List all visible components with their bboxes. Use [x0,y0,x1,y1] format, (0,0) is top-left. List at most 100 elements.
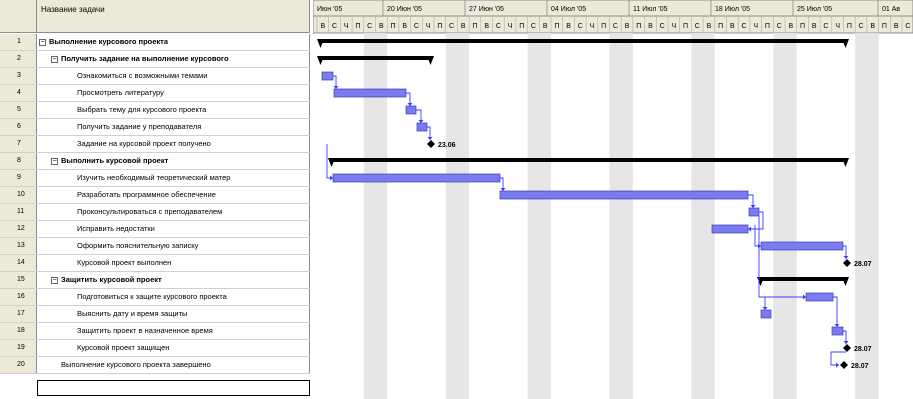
row-number[interactable]: 13 [0,238,37,254]
task-row[interactable]: 15− Защитить курсовой проект [0,272,310,289]
collapse-toggle-icon[interactable]: − [51,55,58,63]
collapse-toggle-icon[interactable]: − [39,38,46,46]
task-row[interactable]: 7 Задание на курсовой проект получено [0,136,310,153]
row-number[interactable]: 14 [0,255,37,271]
weekend-column [691,33,704,399]
summary-bar[interactable] [320,56,431,60]
collapse-toggle-icon[interactable]: − [51,157,58,165]
row-number[interactable]: 6 [0,119,37,135]
row-number[interactable]: 11 [0,204,37,220]
row-number[interactable]: 16 [0,289,37,305]
task-name-cell[interactable]: Изучить необходимый теоретический матер [37,170,310,186]
task-row[interactable]: 1− Выполнение курсового проекта [0,34,310,51]
task-row[interactable]: 18 Защитить проект в назначенное время [0,323,310,340]
task-name-cell[interactable]: Выполнение курсового проекта завершено [37,357,310,373]
task-bar[interactable] [831,326,844,336]
dependency-arrow-icon [762,307,768,310]
milestone-diamond-icon[interactable] [427,140,435,148]
task-row[interactable]: 14 Курсовой проект выполнен [0,255,310,272]
task-row[interactable]: 6 Получить задание у преподавателя [0,119,310,136]
milestone-diamond-icon[interactable] [843,259,851,267]
gantt-chart[interactable]: ВСЧПСВПВСЧПСВПВСЧПСВПВСЧПСВПВСЧПСВПВСЧПС… [313,0,913,399]
task-bar[interactable] [760,309,772,319]
task-row[interactable]: 20 Выполнение курсового проекта завершено [0,357,310,374]
row-number[interactable]: 10 [0,187,37,203]
row-number[interactable]: 1 [0,34,37,50]
task-bar[interactable] [499,190,749,200]
summary-bar-end-cap [842,158,849,167]
task-name-cell[interactable]: Курсовой проект выполнен [37,255,310,271]
row-number[interactable]: 17 [0,306,37,322]
milestone-diamond-icon[interactable] [840,361,848,369]
row-number[interactable]: 7 [0,136,37,152]
task-name-cell[interactable]: − Получить задание на выполнение курсовог… [37,51,310,67]
row-number[interactable]: 20 [0,357,37,373]
task-bar[interactable] [711,224,749,234]
task-bar[interactable] [748,207,760,217]
day-letter: П [847,23,852,30]
task-name-cell[interactable]: Проконсультироваться с преподавателем [37,204,310,220]
task-name-label: Задание на курсовой проект получено [77,139,211,148]
task-bar[interactable] [760,241,844,251]
task-row[interactable]: 17 Выяснить дату и время защиты [0,306,310,323]
summary-bar[interactable] [320,39,846,43]
task-name-cell[interactable]: Подготовиться к защите курсового проекта [37,289,310,305]
task-row[interactable]: 2− Получить задание на выполнение курсово… [0,51,310,68]
task-name-cell[interactable]: Выбрать тему для курсового проекта [37,102,310,118]
task-bar[interactable] [333,88,407,98]
summary-bar-start-cap [317,56,324,65]
task-row[interactable]: 16 Подготовиться к защите курсового проек… [0,289,310,306]
task-bar[interactable] [416,122,428,132]
task-name-cell[interactable]: Защитить проект в назначенное время [37,323,310,339]
row-number[interactable]: 8 [0,153,37,169]
task-name-cell[interactable]: Курсовой проект защищен [37,340,310,356]
summary-bar[interactable] [760,277,846,281]
task-row[interactable]: 13 Оформить пояснительную записку [0,238,310,255]
task-row[interactable]: 12 Исправить недостатки [0,221,310,238]
task-row[interactable]: 11 Проконсультироваться с преподавателем [0,204,310,221]
task-row[interactable]: 19 Курсовой проект защищен [0,340,310,357]
row-number[interactable]: 3 [0,68,37,84]
task-row[interactable]: 9 Изучить необходимый теоретический матер [0,170,310,187]
task-name-cell[interactable]: Исправить недостатки [37,221,310,237]
task-row[interactable]: 10 Разработать программное обеспечение [0,187,310,204]
task-name-label: Выполнение курсового проекта [49,37,169,46]
task-name-cell[interactable]: Разработать программное обеспечение [37,187,310,203]
row-number[interactable]: 19 [0,340,37,356]
task-name-cell[interactable]: Задание на курсовой проект получено [37,136,310,152]
task-name-cell[interactable]: Выяснить дату и время защиты [37,306,310,322]
dependency-link [833,296,838,327]
task-name-cell[interactable]: Получить задание у преподавателя [37,119,310,135]
row-number[interactable]: 15 [0,272,37,288]
task-bar[interactable] [805,292,834,302]
row-number[interactable]: 12 [0,221,37,237]
select-all-corner[interactable] [0,0,37,33]
summary-bar[interactable] [331,158,846,162]
task-bar[interactable] [405,105,417,115]
task-name-cell[interactable]: Оформить пояснительную записку [37,238,310,254]
column-header-task-name[interactable]: Название задачи [37,0,310,33]
summary-bar-end-cap [427,56,434,65]
row-number[interactable]: 18 [0,323,37,339]
task-row[interactable]: 4 Просмотреть литературу [0,85,310,102]
milestone-diamond-icon[interactable] [843,344,851,352]
task-row[interactable]: 3 Ознакомиться с возможными темами [0,68,310,85]
task-name-cell[interactable]: − Защитить курсовой проект [37,272,310,288]
summary-bar-end-cap [842,277,849,286]
task-row[interactable]: 8− Выполнить курсовой проект [0,153,310,170]
milestone-date-label: 28.07 [851,363,869,370]
new-task-entry-cell[interactable] [37,380,310,396]
dependency-arrow-icon [500,188,506,191]
row-number[interactable]: 4 [0,85,37,101]
task-name-cell[interactable]: − Выполнить курсовой проект [37,153,310,169]
row-number[interactable]: 2 [0,51,37,67]
task-name-cell[interactable]: Просмотреть литературу [37,85,310,101]
task-row[interactable]: 5 Выбрать тему для курсового проекта [0,102,310,119]
task-bar[interactable] [321,71,334,81]
row-number[interactable]: 5 [0,102,37,118]
task-name-cell[interactable]: Ознакомиться с возможными темами [37,68,310,84]
task-name-cell[interactable]: − Выполнение курсового проекта [37,34,310,50]
collapse-toggle-icon[interactable]: − [51,276,58,284]
row-number[interactable]: 9 [0,170,37,186]
task-bar[interactable] [332,173,501,183]
